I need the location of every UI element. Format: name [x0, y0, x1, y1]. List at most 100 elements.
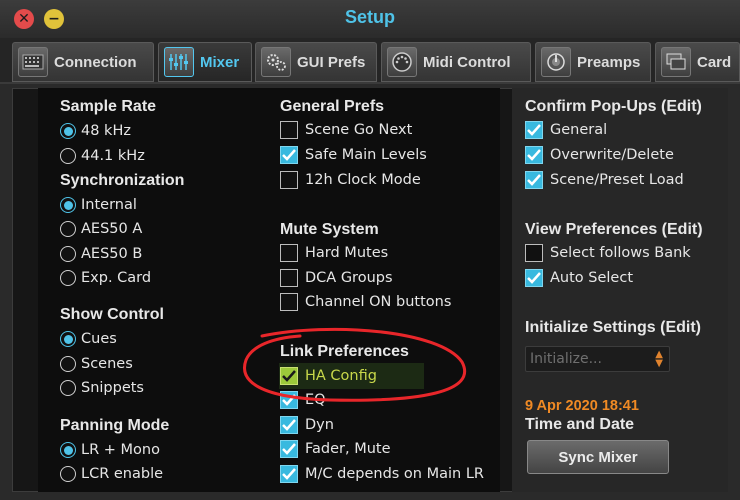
- checkbox-safe-main-levels[interactable]: Safe Main Levels: [280, 144, 427, 166]
- initialize-select[interactable]: Initialize... ▲ ▼: [525, 346, 670, 372]
- checkbox-select-follows-bank[interactable]: Select follows Bank: [525, 242, 691, 264]
- checkbox-checked-icon: [280, 367, 298, 385]
- tab-label: Mixer: [200, 53, 240, 71]
- checkbox-label: Channel ON buttons: [305, 294, 452, 310]
- tab-card[interactable]: Card: [655, 42, 740, 82]
- radio-aes50a[interactable]: AES50 A: [60, 218, 142, 240]
- checkbox-fader-mute[interactable]: Fader, Mute: [280, 438, 391, 460]
- radio-lr-mono[interactable]: LR + Mono: [60, 439, 160, 461]
- radio-exp-card[interactable]: Exp. Card: [60, 267, 151, 289]
- radio-snippets[interactable]: Snippets: [60, 377, 144, 399]
- checkbox-checked-icon: [525, 121, 543, 139]
- time-and-date-label: Time and Date: [525, 416, 635, 433]
- radio-unselected-icon: [60, 246, 76, 262]
- mute-system-title: Mute System: [280, 221, 379, 238]
- radio-selected-icon: [60, 123, 76, 139]
- confirm-popups-title: Confirm Pop-Ups (Edit): [525, 98, 702, 115]
- checkbox-label: HA Config: [305, 368, 377, 384]
- tab-midi-control[interactable]: Midi Control: [381, 42, 531, 82]
- radio-internal[interactable]: Internal: [60, 194, 137, 216]
- checkbox-12h-clock-mode[interactable]: 12h Clock Mode: [280, 169, 421, 191]
- link-preferences-title: Link Preferences: [280, 343, 409, 360]
- radio-scenes[interactable]: Scenes: [60, 353, 133, 375]
- checkbox-channel-on-buttons[interactable]: Channel ON buttons: [280, 291, 451, 313]
- checkbox-confirm-scene-preset-load[interactable]: Scene/Preset Load: [525, 169, 684, 191]
- radio-label: 44.1 kHz: [81, 148, 145, 164]
- checkbox-dyn[interactable]: Dyn: [280, 414, 334, 436]
- tab-gui-prefs[interactable]: GUI Prefs: [255, 42, 377, 82]
- checkbox-checked-icon: [280, 465, 298, 483]
- radio-label: Cues: [81, 331, 117, 347]
- select-arrows-icon: ▲ ▼: [655, 349, 663, 369]
- checkbox-label: General: [550, 122, 608, 138]
- tab-label: Connection: [54, 53, 137, 71]
- radio-aes50b[interactable]: AES50 B: [60, 243, 142, 265]
- tab-preamps[interactable]: Preamps: [535, 42, 651, 82]
- tab-connection[interactable]: Connection: [12, 42, 154, 82]
- general-prefs-title: General Prefs: [280, 98, 385, 115]
- radio-label: Exp. Card: [81, 270, 152, 286]
- initialize-select-value: Initialize...: [530, 351, 602, 367]
- radio-unselected-icon: [60, 270, 76, 286]
- checkbox-label: Overwrite/Delete: [550, 147, 674, 163]
- radio-unselected-icon: [60, 221, 76, 237]
- sample-rate-title: Sample Rate: [60, 98, 157, 115]
- checkbox-hard-mutes[interactable]: Hard Mutes: [280, 242, 388, 264]
- checkbox-confirm-general[interactable]: General: [525, 119, 607, 141]
- checkbox-checked-icon: [525, 171, 543, 189]
- checkbox-label: Safe Main Levels: [305, 147, 427, 163]
- checkbox-unchecked-icon: [525, 244, 543, 262]
- checkbox-label: 12h Clock Mode: [305, 172, 421, 188]
- radio-unselected-icon: [60, 148, 76, 164]
- radio-selected-icon: [60, 442, 76, 458]
- checkbox-eq[interactable]: EQ: [280, 389, 326, 411]
- checkbox-label: M/C depends on Main LR: [305, 466, 484, 482]
- checkbox-label: Dyn: [305, 417, 334, 433]
- tab-bar: Connection Mixer GUI Prefs Midi Control …: [0, 38, 740, 84]
- connection-icon: [18, 47, 48, 77]
- radio-cues[interactable]: Cues: [60, 328, 117, 350]
- checkbox-label: Scene/Preset Load: [550, 172, 684, 188]
- checkbox-scene-go-next[interactable]: Scene Go Next: [280, 119, 412, 141]
- radio-44khz[interactable]: 44.1 kHz: [60, 145, 145, 167]
- initialize-settings-title: Initialize Settings (Edit): [525, 319, 702, 336]
- checkbox-label: DCA Groups: [305, 270, 393, 286]
- checkbox-auto-select[interactable]: Auto Select: [525, 267, 633, 289]
- radio-48khz[interactable]: 48 kHz: [60, 120, 131, 142]
- checkbox-unchecked-icon: [280, 121, 298, 139]
- checkbox-unchecked-icon: [280, 293, 298, 311]
- checkbox-label: Hard Mutes: [305, 245, 389, 261]
- radio-label: Internal: [81, 197, 137, 213]
- title-bar: ✕ − Setup: [0, 0, 740, 38]
- tab-mixer[interactable]: Mixer: [158, 42, 252, 82]
- card-icon: [661, 47, 691, 77]
- radio-label: LCR enable: [81, 466, 164, 482]
- radio-label: AES50 A: [81, 221, 143, 237]
- checkbox-confirm-overwrite-delete[interactable]: Overwrite/Delete: [525, 144, 674, 166]
- sync-mixer-button[interactable]: Sync Mixer: [527, 440, 669, 474]
- checkbox-dca-groups[interactable]: DCA Groups: [280, 267, 393, 289]
- checkbox-checked-icon: [280, 416, 298, 434]
- tab-label: Preamps: [577, 53, 641, 71]
- radio-unselected-icon: [60, 380, 76, 396]
- checkbox-label: Auto Select: [550, 270, 634, 286]
- radio-label: Snippets: [81, 380, 144, 396]
- radio-label: Scenes: [81, 356, 133, 372]
- tab-label: Card: [697, 53, 732, 71]
- checkbox-label: Select follows Bank: [550, 245, 691, 261]
- checkbox-checked-icon: [525, 146, 543, 164]
- checkbox-unchecked-icon: [280, 171, 298, 189]
- setup-window: ✕ − Setup Connection Mixer GUI Prefs Mid…: [0, 0, 740, 500]
- checkbox-unchecked-icon: [280, 269, 298, 287]
- tab-label: GUI Prefs: [297, 53, 366, 71]
- checkbox-checked-icon: [280, 146, 298, 164]
- checkbox-mc-depends-main-lr[interactable]: M/C depends on Main LR: [280, 463, 484, 485]
- panning-mode-title: Panning Mode: [60, 417, 170, 434]
- checkbox-unchecked-icon: [280, 244, 298, 262]
- checkbox-label: Fader, Mute: [305, 441, 391, 457]
- checkbox-ha-config[interactable]: HA Config: [280, 365, 377, 387]
- radio-unselected-icon: [60, 466, 76, 482]
- checkbox-label: EQ: [305, 392, 326, 408]
- checkbox-checked-icon: [280, 391, 298, 409]
- radio-lcr-enable[interactable]: LCR enable: [60, 463, 163, 485]
